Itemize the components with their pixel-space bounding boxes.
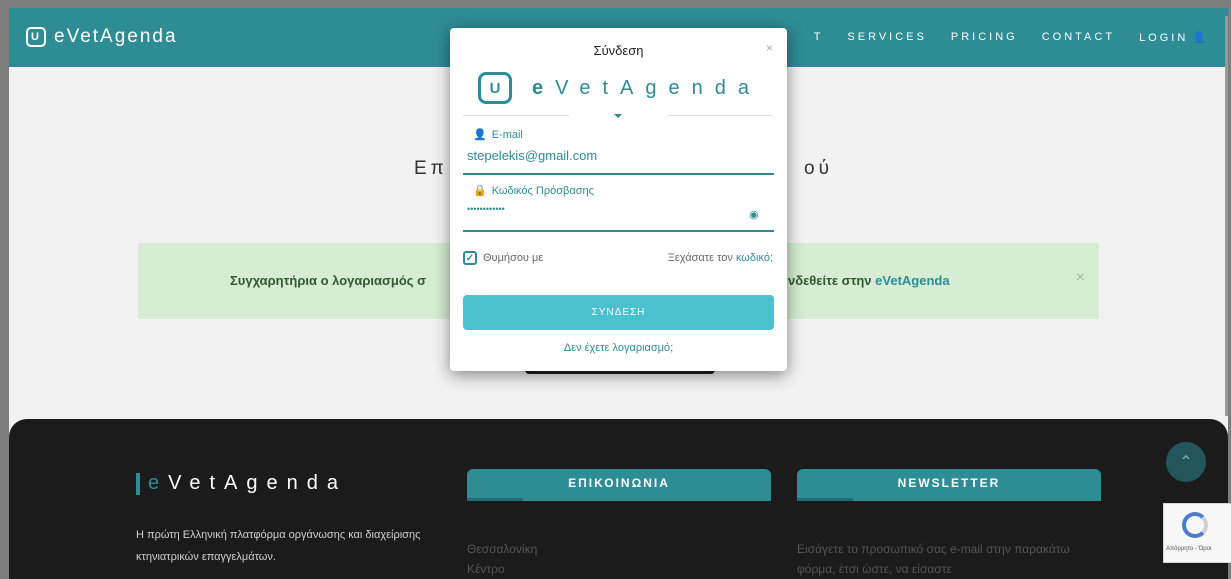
- recaptcha-icon: [1182, 512, 1208, 538]
- modal-close-button[interactable]: ×: [766, 41, 773, 55]
- footer-contact-lines: Θεσσαλονίκη Κέντρο: [467, 539, 537, 579]
- remember-me-label: Θυμήσου με: [483, 252, 544, 264]
- recaptcha-badge[interactable]: Απόρρητο - Όροι: [1163, 503, 1231, 563]
- nav-item-contact[interactable]: CONTACT: [1042, 31, 1115, 44]
- password-field[interactable]: ••••••••••••: [467, 204, 505, 214]
- brand-name: eVetAgenda: [54, 26, 178, 47]
- email-label: 👤 E-mail: [473, 128, 523, 142]
- footer-contact-header: ΕΠΙΚΟΙΝΩΝΙΑ: [467, 469, 771, 501]
- user-icon: 👤: [1192, 32, 1209, 44]
- alert-text-prefix: νδεθείτε στην: [788, 273, 876, 288]
- caret-down-icon: [614, 114, 622, 118]
- brand-logo-link[interactable]: U eVetAgenda: [26, 26, 178, 48]
- page-heading-left: Επ: [414, 158, 448, 179]
- modal-title: Σύνδεση: [593, 43, 644, 58]
- user-icon: 👤: [473, 129, 487, 141]
- login-button[interactable]: ΣΥΝΔΕΣΗ: [463, 295, 774, 330]
- modal-logo: U eVetAgenda: [478, 72, 761, 104]
- footer-description: Η πρώτη Ελληνική πλατφόρμα οργάνωσης και…: [136, 529, 421, 563]
- scrollbar[interactable]: [1225, 16, 1228, 416]
- footer-newsletter-header: NEWSLETTER: [797, 469, 1101, 501]
- login-modal: Σύνδεση × U eVetAgenda 👤 E-mail stepelek…: [450, 28, 787, 371]
- nav-item-login[interactable]: LOGIN 👤: [1139, 31, 1209, 44]
- footer: e VetAgenda Η πρώτη Ελληνική πλατφόρμα ορ…: [9, 419, 1228, 579]
- page-heading-right: ού: [804, 158, 833, 179]
- lock-icon: 🔒: [473, 185, 487, 197]
- email-label-text: E-mail: [491, 128, 523, 141]
- modal-logo-text: eVetAgenda: [532, 77, 761, 100]
- footer-contact-line: Κέντρο: [467, 562, 505, 576]
- forgot-prefix: Ξεχάσατε τον: [667, 252, 736, 264]
- email-field-underline: [463, 173, 774, 175]
- divider-left: [463, 115, 569, 116]
- footer-brand-rest: VetAgenda: [168, 472, 347, 494]
- password-label-text: Κωδικός Πρόσβασης: [491, 184, 594, 197]
- scroll-top-button[interactable]: ⌃: [1166, 442, 1206, 482]
- forgot-password-link[interactable]: κωδικό;: [736, 252, 773, 264]
- alert-text-right: νδεθείτε στην eVetAgenda: [788, 273, 950, 288]
- nav-item-pricing[interactable]: PRICING: [951, 31, 1018, 44]
- modal-logo-e: e: [532, 76, 556, 99]
- stethoscope-icon: U: [478, 72, 512, 104]
- recaptcha-text: Απόρρητο - Όροι: [1166, 546, 1212, 552]
- signup-link[interactable]: Δεν έχετε λογαριασμό;: [450, 342, 787, 354]
- footer-newsletter-bar: [797, 498, 853, 501]
- alert-close-button[interactable]: ×: [1076, 269, 1085, 287]
- password-label: 🔒 Κωδικός Πρόσβασης: [473, 184, 594, 198]
- nav-item-login-label: LOGIN: [1139, 32, 1189, 44]
- nav-menu: T SERVICES PRICING CONTACT LOGIN 👤: [814, 31, 1209, 44]
- checkbox-checked-icon: ✓: [463, 251, 477, 265]
- footer-contact-bar: [467, 498, 523, 501]
- footer-brand-e: e: [148, 472, 169, 494]
- chevron-up-icon: ⌃: [1179, 454, 1193, 471]
- password-field-underline: [463, 230, 774, 232]
- footer-brand: e VetAgenda: [136, 472, 347, 495]
- footer-newsletter-title: NEWSLETTER: [897, 476, 1001, 490]
- alert-link[interactable]: eVetAgenda: [875, 273, 949, 288]
- footer-contact-line: Θεσσαλονίκη: [467, 542, 538, 556]
- nav-item-services[interactable]: SERVICES: [847, 31, 926, 44]
- divider-right: [667, 115, 773, 116]
- footer-contact-title: ΕΠΙΚΟΙΝΩΝΙΑ: [568, 476, 670, 490]
- alert-text-left: Συγχαρητήρια ο λογαριασμός σ: [230, 273, 427, 288]
- eye-icon[interactable]: ◉: [749, 208, 759, 221]
- footer-brand-bar: [136, 472, 140, 495]
- stethoscope-icon: U: [26, 27, 46, 47]
- footer-newsletter-text: Εισάγετε το προσωπικό σας e-mail στην πα…: [797, 542, 1070, 576]
- remember-me-checkbox[interactable]: ✓ Θυμήσου με: [463, 251, 543, 265]
- email-field[interactable]: stepelekis@gmail.com: [467, 148, 597, 163]
- modal-logo-rest: VetAgenda: [555, 76, 761, 99]
- nav-item-partial[interactable]: T: [814, 31, 824, 44]
- forgot-password: Ξεχάσατε τον κωδικό;: [668, 252, 773, 264]
